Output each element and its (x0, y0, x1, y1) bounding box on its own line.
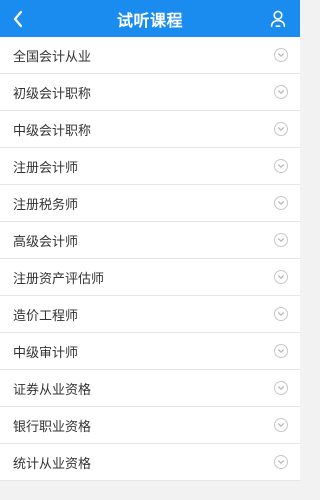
course-item-zhuce-zichan-pinggushi[interactable]: 注册资产评估师 (0, 259, 300, 296)
course-item-zaojia-gongchengshi[interactable]: 造价工程师 (0, 296, 300, 333)
chevron-down-circle-icon (274, 455, 288, 469)
back-button[interactable] (12, 0, 36, 37)
course-label: 中级会计职称 (13, 123, 92, 139)
chevron-down-circle-icon (274, 418, 288, 432)
course-label: 注册税务师 (13, 197, 79, 213)
course-label: 证券从业资格 (13, 382, 92, 398)
course-item-zhuce-shuiwushi[interactable]: 注册税务师 (0, 185, 300, 222)
chevron-down-circle-icon (274, 344, 288, 358)
chevron-down-circle-icon (274, 381, 288, 395)
course-item-zhengquan-congye-zige[interactable]: 证券从业资格 (0, 370, 300, 407)
course-list: 全国会计从业 初级会计职称 中级会计职称 注册会计师 注册税务师 高级会计师 注… (0, 37, 300, 481)
chevron-down-circle-icon (274, 48, 288, 62)
chevron-left-icon (13, 10, 23, 27)
course-item-yinhang-zhiye-zige[interactable]: 银行职业资格 (0, 407, 300, 444)
course-label: 造价工程师 (13, 308, 79, 324)
course-label: 高级会计师 (13, 234, 79, 250)
chevron-down-circle-icon (274, 307, 288, 321)
page-title: 试听课程 (116, 10, 183, 30)
chevron-down-circle-icon (274, 85, 288, 99)
course-label: 初级会计职称 (13, 86, 92, 102)
user-profile-button[interactable] (266, 0, 290, 37)
course-item-zhongji-kuaiji-zhicheng[interactable]: 中级会计职称 (0, 111, 300, 148)
chevron-down-circle-icon (274, 233, 288, 247)
course-item-chuji-kuaiji-zhicheng[interactable]: 初级会计职称 (0, 74, 300, 111)
course-label: 全国会计从业 (13, 49, 92, 65)
course-item-zhuce-kuaijishi[interactable]: 注册会计师 (0, 148, 300, 185)
course-label: 统计从业资格 (13, 456, 92, 472)
course-item-gaoji-kuaijishi[interactable]: 高级会计师 (0, 222, 300, 259)
user-profile-icon (270, 10, 286, 27)
course-label: 银行职业资格 (13, 419, 92, 435)
course-item-tongji-congye-zige[interactable]: 统计从业资格 (0, 444, 300, 481)
course-label: 注册资产评估师 (13, 271, 105, 287)
chevron-down-circle-icon (274, 196, 288, 210)
course-label: 注册会计师 (13, 160, 79, 176)
top-bar: 试听课程 (0, 0, 300, 37)
chevron-down-circle-icon (274, 159, 288, 173)
course-item-quanguo-kuaiji-congye[interactable]: 全国会计从业 (0, 37, 300, 74)
app-screen: 试听课程 全国会计从业 初级会计职称 中级会计职称 注册会计师 注册税务师 高级… (0, 0, 300, 500)
chevron-down-circle-icon (274, 122, 288, 136)
course-item-zhongji-shenjishi[interactable]: 中级审计师 (0, 333, 300, 370)
chevron-down-circle-icon (274, 270, 288, 284)
course-label: 中级审计师 (13, 345, 79, 361)
